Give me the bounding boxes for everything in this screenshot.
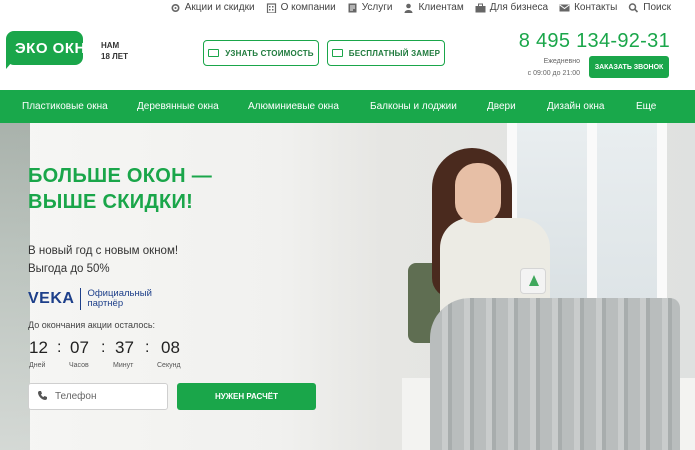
top-link-clients[interactable]: Клиентам [403,2,464,13]
nav-item-aluminium-windows[interactable]: Алюминиевые окна [248,90,339,123]
ruler-icon [331,49,343,57]
phone-input[interactable] [55,391,155,402]
building-icon [266,2,277,13]
top-link-promotions[interactable]: Акции и скидки [170,2,255,13]
top-link-label: Услуги [361,2,393,13]
countdown-minutes-label: Минут [113,362,134,369]
hero-title: БОЛЬШЕ ОКОН — ВЫШЕ СКИДКИ! [28,165,213,213]
site-header: ЭКО ОКНА НАМ 18 ЛЕТ УЗНАТЬ СТОИМОСТЬ БЕС… [0,18,695,90]
working-hours: Ежедневно с 09:00 до 21:00 [527,58,580,77]
hero-subtitle: В новый год с новым окном! Выгода до 50% [28,245,179,275]
gear-icon [170,3,181,13]
top-link-label: Поиск [643,2,671,13]
phone-number[interactable]: 8 495 134-92-31 [519,30,670,53]
countdown-hours: 07 [70,338,89,357]
main-nav: Пластиковые окна Деревянные окна Алюмини… [0,90,695,123]
nav-item-more[interactable]: Еще [636,90,656,123]
top-links: Акции и скидки О компании Услуги Клиента… [170,2,671,13]
countdown-days: 12 [29,338,48,357]
nav-item-wooden-windows[interactable]: Деревянные окна [137,90,219,123]
top-link-label: Контакты [574,2,618,13]
top-link-search[interactable]: Поиск [628,2,671,13]
top-link-label: Акции и скидки [184,2,255,13]
nav-item-window-design[interactable]: Дизайн окна [547,90,604,123]
envelope-icon [559,3,570,13]
countdown-label: До окончания акции осталось: [28,320,156,330]
years-badge: НАМ 18 ЛЕТ [101,41,128,61]
eko-okna-logo[interactable]: ЭКО ОКНА [6,31,97,69]
get-price-button[interactable]: УЗНАТЬ СТОИМОСТЬ [203,40,319,66]
top-link-label: Для бизнеса [489,2,549,13]
briefcase-icon [475,3,486,13]
order-call-button[interactable]: ЗАКАЗАТЬ ЗВОНОК [589,56,669,78]
top-link-label: О компании [280,2,336,13]
mug-image [520,268,546,294]
phone-icon [37,388,48,406]
nav-item-doors[interactable]: Двери [487,90,516,123]
top-link-label: Клиентам [418,2,464,13]
hero-banner: БОЛЬШЕ ОКОН — ВЫШЕ СКИДКИ! В новый год с… [0,123,695,450]
plaid-blanket [430,298,680,450]
veka-logo: VEKA [28,290,75,307]
search-icon [628,2,639,13]
top-link-services[interactable]: Услуги [347,2,393,13]
countdown-days-label: Дней [29,362,46,369]
top-link-about[interactable]: О компании [266,2,336,13]
phone-field[interactable] [28,383,168,410]
free-measure-button[interactable]: БЕСПЛАТНЫЙ ЗАМЕР [327,40,445,66]
top-link-business[interactable]: Для бизнеса [475,2,548,13]
person-icon [403,3,414,13]
document-icon [347,3,358,13]
top-link-contacts[interactable]: Контакты [559,2,617,13]
countdown-seconds-label: Секунд [157,362,181,369]
wallet-icon [208,49,220,57]
logo-text: ЭКО ОКНА [15,40,98,57]
countdown-seconds: 08 [161,338,180,357]
nav-item-balconies[interactable]: Балконы и лоджии [370,90,457,123]
countdown-minutes: 37 [115,338,134,357]
nav-item-plastic-windows[interactable]: Пластиковые окна [22,90,108,123]
top-utility-bar: Акции и скидки О компании Услуги Клиента… [0,0,695,18]
veka-partner-badge: VEKA Официальный партнёр [28,288,152,310]
need-calculation-button[interactable]: НУЖЕН РАСЧЁТ [177,383,316,410]
christmas-tree-background [0,123,30,450]
countdown-hours-label: Часов [69,362,89,369]
